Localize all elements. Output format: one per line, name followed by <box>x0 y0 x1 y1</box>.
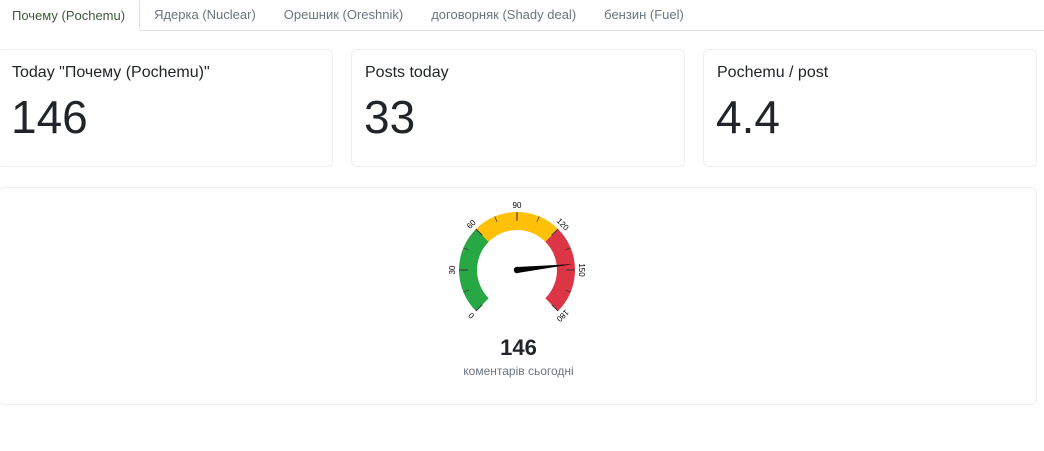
stat-card-pochemu-per-post: Pochemu / post 4.4 <box>703 49 1037 167</box>
gauge-tick-label: 90 <box>513 201 522 210</box>
stat-value: 4.4 <box>716 91 780 143</box>
stat-title: Posts today <box>365 64 449 81</box>
stat-title: Today "Почему (Pochemu)" <box>12 64 210 81</box>
gauge-tick-label: 60 <box>465 218 478 231</box>
stat-card-today-pochemu: Today "Почему (Pochemu)" 146 <box>0 49 333 167</box>
gauge-tick-label: 150 <box>577 263 586 277</box>
tab-shady-deal[interactable]: договорняк (Shady deal) <box>417 0 590 30</box>
tab-nuclear[interactable]: Ядерка (Nuclear) <box>140 0 270 30</box>
tab-oreshnik[interactable]: Орешник (Oreshnik) <box>270 0 417 30</box>
gauge-chart: 0306090120150180 <box>448 201 586 324</box>
stat-card-posts-today: Posts today 33 <box>351 49 685 167</box>
stat-value: 33 <box>364 91 416 143</box>
tab-pochemu[interactable]: Почему (Pochemu) <box>0 1 141 31</box>
gauge-needle-hub <box>513 266 521 274</box>
gauge-value: 146 <box>500 335 537 360</box>
stat-value: 146 <box>11 91 88 143</box>
gauge-tick-label: 0 <box>466 310 476 320</box>
tab-bar: Почему (Pochemu) Ядерка (Nuclear) Орешни… <box>0 0 1044 31</box>
gauge-card: 0 30 60 90 120 150 180 146 коментарів сьогодні <box>0 187 1037 405</box>
gauge-tick-label: 30 <box>448 265 457 274</box>
tab-fuel[interactable]: бензин (Fuel) <box>590 0 698 30</box>
stat-title: Pochemu / post <box>717 64 829 81</box>
gauge-caption: коментарів сьогодні <box>463 364 574 378</box>
